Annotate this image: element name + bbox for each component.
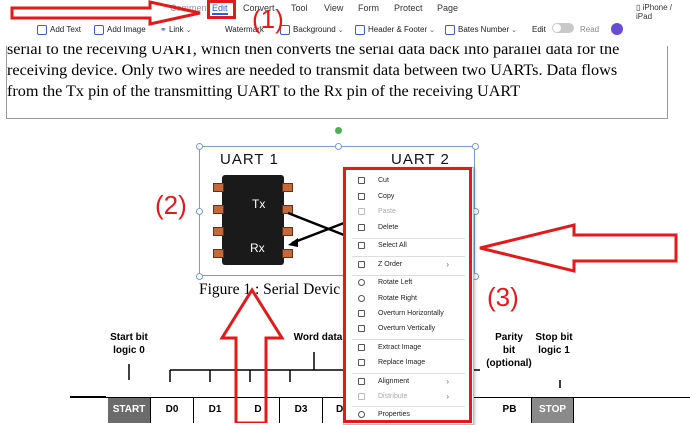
annotation-2: (2) [155,190,187,220]
annotation-1: (1) [252,4,284,34]
edit-tab-highlight [207,0,236,19]
context-menu-highlight [343,167,472,423]
annotation-3: (3) [487,282,519,312]
